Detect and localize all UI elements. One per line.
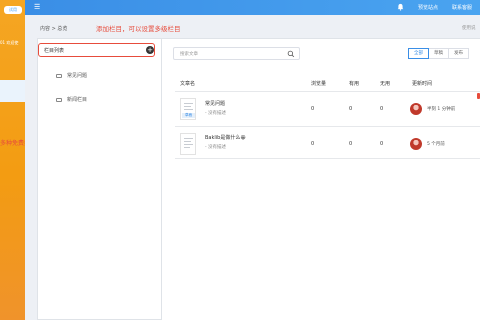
article-title[interactable]: Baklib是做什么😀 [205,134,246,141]
strip-side-text: 01 欢迎使 [0,40,19,45]
status-filter-group: 全部 草稿 发布 [408,48,469,59]
search-icon[interactable] [287,50,295,58]
updated-time: 5 个月前 [427,142,445,147]
article-thumbnail [180,133,196,155]
strip-highlight [0,80,25,102]
avatar [410,138,422,150]
column-panel [37,38,162,320]
updated-time: 半刻 1 分钟前 [427,107,456,112]
article-thumbnail: 草稿 [180,98,196,120]
draft-tag: 草稿 [182,113,195,118]
contact-service-link[interactable]: 联系客服 [452,4,472,11]
add-column-annotation: 添加栏目，可以设置多级栏目 [96,25,181,33]
article-description: - 没有描述 [205,145,227,150]
header-article-name[interactable]: 文章名 [180,80,195,87]
column-list-title: 栏目列表 [44,48,65,54]
bell-icon[interactable] [397,3,404,11]
folder-icon [56,73,62,78]
trial-badge[interactable]: 试用 [4,6,22,14]
row-divider [175,126,480,127]
header-divider [175,91,480,92]
column-item-label: 常见问题 [67,73,88,79]
left-strip: 试用 01 欢迎使 [0,0,25,320]
column-item-faq[interactable]: 常见问题 [56,72,87,79]
add-circle-icon[interactable]: + [146,46,154,54]
header-updated[interactable]: 更新时间 [412,80,432,87]
top-bar: ☰ 预览站点 联系客服 [25,0,480,15]
views-count: 0 [311,106,315,112]
header-useful[interactable]: 有用 [349,80,359,87]
row-divider [175,158,480,159]
folder-icon [56,97,62,102]
header-useless[interactable]: 无用 [380,80,390,87]
filter-all[interactable]: 全部 [408,48,429,59]
filter-draft[interactable]: 草稿 [428,48,449,59]
column-list-header[interactable]: 栏目列表 [38,43,155,57]
column-item-label: 新闻栏目 [67,97,88,103]
menu-icon[interactable]: ☰ [34,3,40,11]
search-input[interactable]: 搜索文章 [173,47,300,60]
search-placeholder: 搜索文章 [180,52,198,57]
header-views[interactable]: 浏览量 [311,80,326,87]
useless-count: 0 [380,141,384,147]
filter-published[interactable]: 发布 [448,48,469,59]
useless-count: 0 [380,106,384,112]
preview-site-link[interactable]: 预览站点 [418,4,438,11]
article-description: - 没有描述 [205,111,227,116]
useful-count: 0 [349,141,353,147]
article-title[interactable]: 常见问题 [205,100,225,107]
avatar [410,103,422,115]
help-link[interactable]: 使用说 [462,25,476,31]
column-item-news[interactable]: 新闻栏目 [56,96,87,103]
useful-count: 0 [349,106,353,112]
breadcrumb[interactable]: 内容 > 总览 [40,25,67,32]
views-count: 0 [311,141,315,147]
